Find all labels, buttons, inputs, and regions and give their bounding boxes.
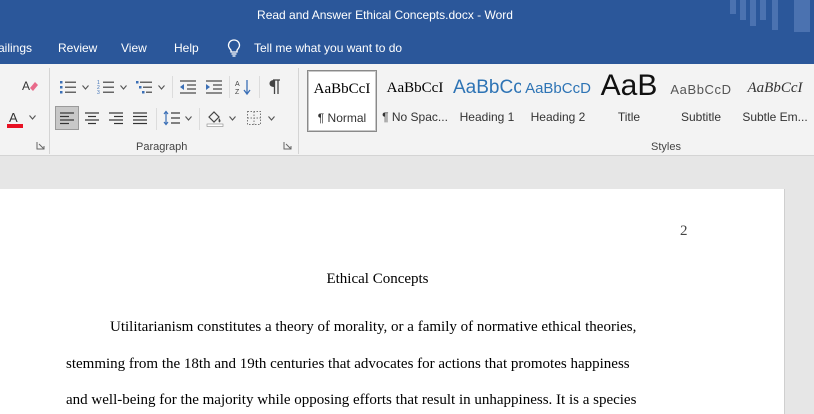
numbered-list-icon: 1 2 3 bbox=[97, 80, 114, 95]
align-left-button[interactable] bbox=[55, 106, 79, 130]
decrease-indent-button[interactable] bbox=[177, 76, 199, 98]
svg-text:A: A bbox=[235, 81, 240, 88]
chevron-down-icon[interactable] bbox=[158, 85, 165, 90]
multilevel-list-button[interactable] bbox=[133, 76, 155, 98]
paragraph-dialog-launcher-icon[interactable] bbox=[283, 141, 292, 150]
style-preview: AaB bbox=[600, 69, 658, 102]
decrease-indent-icon bbox=[180, 80, 196, 94]
font-color-icon: A bbox=[7, 110, 23, 128]
style-label: Heading 1 bbox=[459, 110, 515, 124]
style-label: ¶ No Spac... bbox=[382, 110, 448, 124]
style-heading-2[interactable]: AaBbCcD Heading 2 bbox=[524, 70, 592, 132]
borders-icon bbox=[247, 111, 261, 125]
style-preview: AaBbCcI bbox=[747, 80, 803, 96]
group-separator bbox=[49, 68, 50, 154]
style-preview: AaBbCcI bbox=[313, 81, 371, 97]
numbering-button[interactable]: 1 2 3 bbox=[95, 76, 117, 98]
button-separator bbox=[229, 76, 230, 98]
button-separator bbox=[199, 108, 200, 130]
style-label: Subtle Em... bbox=[742, 110, 808, 124]
svg-text:A: A bbox=[9, 110, 18, 125]
document-title: Ethical Concepts bbox=[326, 271, 429, 287]
svg-text:A: A bbox=[22, 79, 30, 93]
clear-formatting-button[interactable]: A bbox=[20, 76, 40, 96]
align-left-icon bbox=[60, 112, 74, 125]
chevron-down-icon[interactable] bbox=[185, 116, 192, 121]
sort-az-icon: A Z bbox=[235, 80, 251, 96]
styles-group-label: Styles bbox=[651, 141, 681, 153]
document-canvas: 2 Ethical Concepts Utilitarianism consti… bbox=[0, 157, 814, 414]
style-preview: AaBbCcI bbox=[386, 80, 444, 96]
title-bar-decoration-icon bbox=[730, 0, 810, 32]
style-heading-1[interactable]: AaBbCc Heading 1 bbox=[453, 70, 521, 132]
bullet-list-icon bbox=[60, 81, 76, 94]
pilcrow-icon bbox=[269, 79, 280, 94]
style-preview: AaBbCcD bbox=[525, 80, 591, 97]
chevron-down-icon[interactable] bbox=[82, 85, 89, 90]
paragraph-group-label: Paragraph bbox=[136, 141, 188, 153]
line-spacing-button[interactable] bbox=[161, 106, 183, 130]
paragraph-line: Utilitarianism constitutes a theory of m… bbox=[110, 319, 637, 335]
increase-indent-button[interactable] bbox=[203, 76, 225, 98]
align-right-button[interactable] bbox=[104, 106, 128, 130]
eraser-icon: A bbox=[22, 79, 38, 93]
paragraph-line: stemming from the 18th and 19th centurie… bbox=[66, 356, 630, 372]
button-separator bbox=[172, 76, 173, 98]
chevron-down-icon[interactable] bbox=[268, 116, 275, 121]
tab-review[interactable]: Review bbox=[58, 41, 97, 55]
document-page[interactable]: 2 Ethical Concepts Utilitarianism consti… bbox=[0, 189, 785, 414]
style-preview: AaBbCcD bbox=[670, 82, 732, 97]
styles-gallery: AaBbCcI ¶ Normal AaBbCcI ¶ No Spac... Aa… bbox=[304, 69, 814, 132]
shading-button[interactable] bbox=[204, 106, 226, 130]
svg-text:3: 3 bbox=[97, 90, 100, 95]
style-label: ¶ Normal bbox=[317, 111, 367, 125]
paint-bucket-icon bbox=[206, 111, 224, 127]
line-spacing-icon bbox=[163, 110, 180, 126]
font-color-button[interactable]: A bbox=[4, 108, 26, 130]
style-no-spacing[interactable]: AaBbCcI ¶ No Spac... bbox=[380, 70, 450, 132]
tab-mailings[interactable]: ailings bbox=[0, 41, 32, 55]
button-separator bbox=[156, 108, 157, 130]
increase-indent-icon bbox=[206, 80, 222, 94]
align-justify-icon bbox=[133, 112, 147, 125]
align-center-button[interactable] bbox=[80, 106, 104, 130]
justify-button[interactable] bbox=[128, 106, 152, 130]
font-dialog-launcher-icon[interactable] bbox=[36, 141, 45, 150]
page-number: 2 bbox=[680, 223, 688, 239]
style-subtle-emphasis[interactable]: AaBbCcI Subtle Em... bbox=[739, 70, 811, 132]
svg-text:Z: Z bbox=[235, 89, 240, 96]
tab-view[interactable]: View bbox=[121, 41, 147, 55]
show-formatting-button[interactable] bbox=[264, 76, 286, 98]
bullets-button[interactable] bbox=[57, 76, 79, 98]
chevron-down-icon[interactable] bbox=[120, 85, 127, 90]
group-separator bbox=[298, 68, 299, 154]
chevron-down-icon[interactable] bbox=[29, 115, 36, 120]
chevron-down-icon[interactable] bbox=[229, 116, 236, 121]
paragraph-line: and well-being for the majority while op… bbox=[66, 392, 637, 408]
tell-me-search[interactable]: Tell me what you want to do bbox=[254, 41, 402, 55]
style-label: Subtitle bbox=[680, 110, 722, 124]
ribbon-tabs: ailings Review View Help Tell me what yo… bbox=[0, 32, 814, 64]
sort-button[interactable]: A Z bbox=[233, 76, 255, 98]
window-title: Read and Answer Ethical Concepts.docx - … bbox=[257, 8, 513, 22]
borders-button[interactable] bbox=[243, 106, 265, 130]
style-preview: AaBbCc bbox=[453, 77, 521, 98]
style-normal[interactable]: AaBbCcI ¶ Normal bbox=[307, 70, 377, 132]
align-center-icon bbox=[85, 112, 99, 125]
tab-help[interactable]: Help bbox=[174, 41, 199, 55]
multilevel-list-icon bbox=[136, 81, 152, 94]
style-title[interactable]: AaB Title bbox=[595, 69, 663, 132]
ribbon: A A 1 2 3 A Z Paragraph AaBbCcI ¶ Normal… bbox=[0, 64, 814, 156]
align-right-icon bbox=[109, 112, 123, 125]
lightbulb-icon bbox=[227, 39, 241, 57]
title-bar: Read and Answer Ethical Concepts.docx - … bbox=[0, 0, 814, 32]
button-separator bbox=[259, 76, 260, 98]
style-label: Heading 2 bbox=[530, 110, 586, 124]
style-label: Title bbox=[617, 110, 641, 124]
style-subtitle[interactable]: AaBbCcD Subtitle bbox=[666, 70, 736, 132]
